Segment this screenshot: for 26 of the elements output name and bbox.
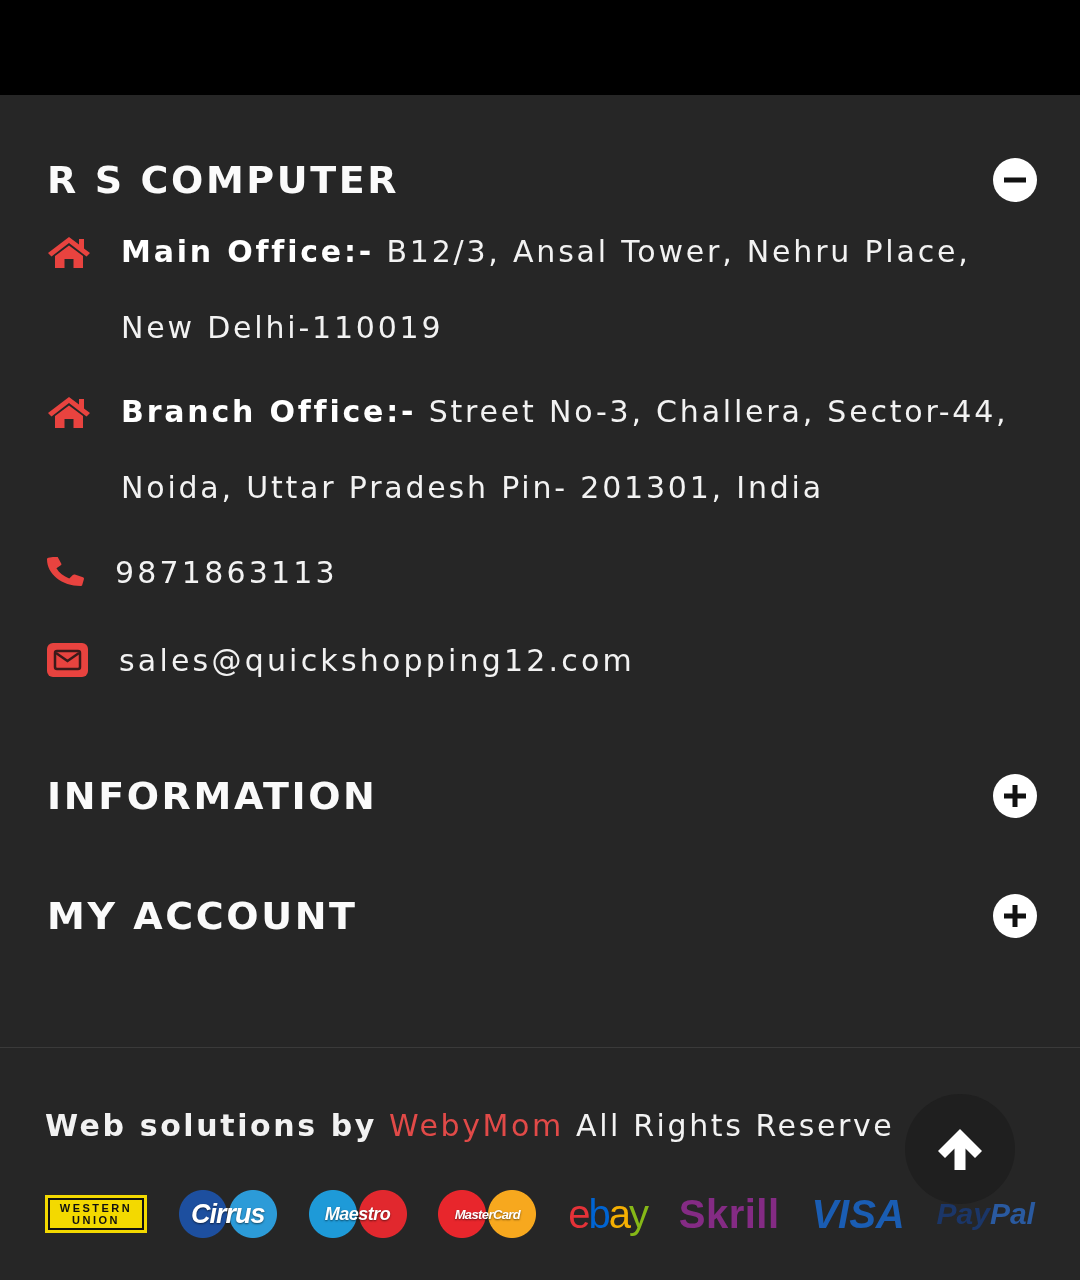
address-text: Branch Office:- Street No-3, Challera, Sector-44, Noida, Uttar Pradesh Pin- 201301, India xyxy=(121,393,1010,507)
plus-icon xyxy=(993,774,1037,818)
phone-number[interactable]: 9871863113 xyxy=(115,554,338,590)
address-text: Main Office:- B12/3, Ansal Tower, Nehru Place, New Delhi-110019 xyxy=(121,233,972,347)
copyright-text: Web solutions by WebyMom All Rights Reserve xyxy=(45,1107,895,1145)
payment-logo: Maestro xyxy=(308,1190,407,1238)
expand-button[interactable] xyxy=(993,894,1037,938)
section-title: INFORMATION xyxy=(47,773,378,820)
minus-icon xyxy=(993,158,1037,202)
section-title: R S COMPUTER xyxy=(47,157,400,204)
email-link[interactable]: sales@quickshopping12.com xyxy=(119,642,635,678)
plus-icon xyxy=(993,894,1037,938)
payment-logo: Skrill xyxy=(678,1191,780,1237)
home-icon xyxy=(47,396,91,428)
collapse-button[interactable] xyxy=(993,158,1037,202)
home-icon xyxy=(47,236,91,268)
payment-logo: ebay xyxy=(568,1191,647,1238)
payment-logo: PayPal xyxy=(936,1197,1035,1231)
payment-logo: WESTERN UNION xyxy=(45,1195,147,1233)
arrow-up-icon xyxy=(936,1128,984,1170)
webymom-link[interactable]: WebyMom xyxy=(389,1108,564,1143)
section-title: MY ACCOUNT xyxy=(47,893,358,940)
phone-icon xyxy=(47,556,84,588)
expand-button[interactable] xyxy=(993,774,1037,818)
payment-logo: VISA xyxy=(811,1191,905,1237)
envelope-icon xyxy=(47,643,88,677)
